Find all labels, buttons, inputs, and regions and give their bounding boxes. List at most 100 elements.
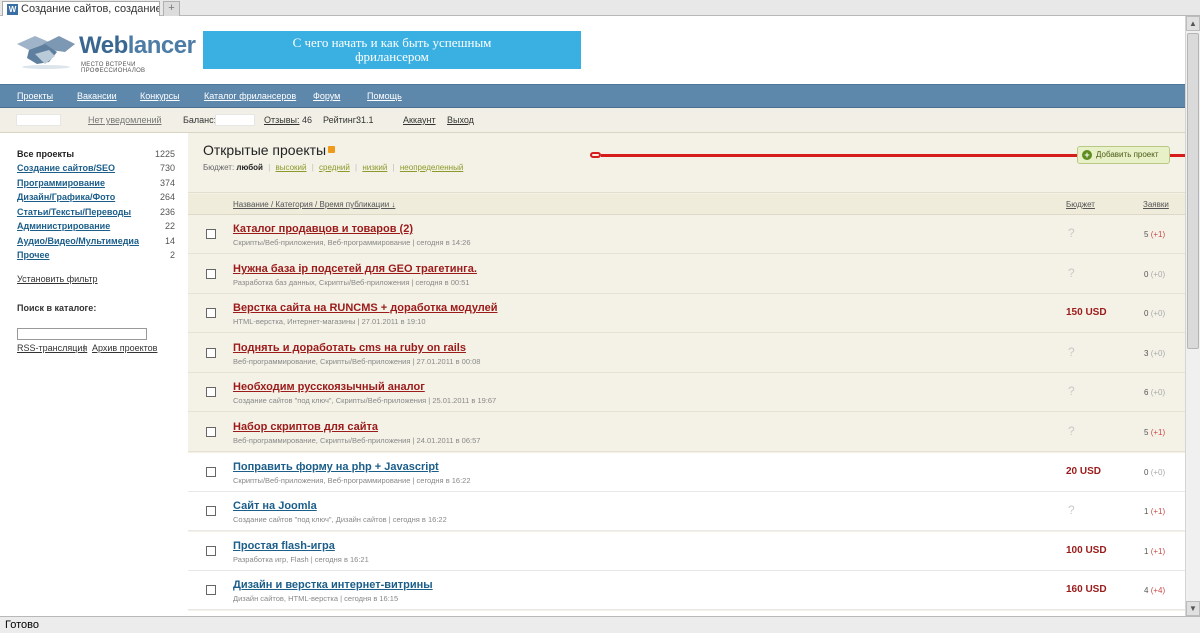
category-row[interactable]: Прочее 2 xyxy=(17,250,175,264)
project-title-link[interactable]: Необходим русскоязычный аналог xyxy=(233,381,425,393)
column-header-name[interactable]: Название / Категория / Время публикации … xyxy=(233,200,395,209)
project-bids[interactable]: 0 (+0) xyxy=(1144,309,1165,318)
project-row[interactable]: Каталог продавцов и товаров (2) Скрипты/В… xyxy=(188,215,1185,254)
project-checkbox[interactable] xyxy=(206,506,216,516)
page-scrollbar[interactable]: ▲ ▼ xyxy=(1185,16,1200,616)
logout-link[interactable]: Выход xyxy=(447,115,474,125)
budget-filter: Бюджет: любой | высокий | средний | низк… xyxy=(203,163,463,172)
project-row[interactable]: Поднять и доработать cms на ruby on rail… xyxy=(188,334,1185,373)
category-row[interactable]: Администрирование 22 xyxy=(17,221,175,235)
project-checkbox[interactable] xyxy=(206,585,216,595)
project-bids[interactable]: 5 (+1) xyxy=(1144,230,1165,239)
rss-icon[interactable] xyxy=(328,146,335,153)
budget-option-undefined[interactable]: неопределенный xyxy=(400,163,463,172)
budget-separator: | xyxy=(392,163,395,172)
project-bids[interactable]: 3 (+0) xyxy=(1144,349,1165,358)
project-bids[interactable]: 1 (+1) xyxy=(1144,507,1165,516)
project-checkbox[interactable] xyxy=(206,467,216,477)
nav-freelancer-catalog[interactable]: Каталог фрилансеров xyxy=(204,91,296,101)
column-header-bids[interactable]: Заявки xyxy=(1143,200,1169,209)
project-title-link[interactable]: Дизайн и верстка интернет-витрины xyxy=(233,579,433,591)
category-name: Аудио/Видео/Мультимедиа xyxy=(17,236,139,246)
reviews-stat: Отзывы: 46 xyxy=(264,115,312,125)
add-project-label: Добавить проект xyxy=(1096,150,1159,159)
project-bids[interactable]: 0 (+0) xyxy=(1144,270,1165,279)
balance-label: Баланс: xyxy=(183,115,217,125)
bids-delta: (+0) xyxy=(1150,309,1166,318)
nav-help[interactable]: Помощь xyxy=(367,91,402,101)
category-row[interactable]: Дизайн/Графика/Фото 264 xyxy=(17,192,175,206)
project-checkbox[interactable] xyxy=(206,229,216,239)
catalog-search-input[interactable] xyxy=(17,328,147,340)
scroll-down-arrow-icon[interactable]: ▼ xyxy=(1186,601,1200,616)
project-title-link[interactable]: Поднять и доработать cms на ruby on rail… xyxy=(233,342,466,354)
account-link[interactable]: Аккаунт xyxy=(403,115,436,125)
project-budget: 100 USD xyxy=(1066,545,1107,556)
budget-option-low[interactable]: низкий xyxy=(362,163,387,172)
notifications-link[interactable]: Нет уведомлений xyxy=(88,115,162,125)
archive-link[interactable]: Архив проектов xyxy=(92,343,157,353)
reviews-link[interactable]: Отзывы: xyxy=(264,115,299,125)
project-title-link[interactable]: Поправить форму на php + Javascript xyxy=(233,461,439,473)
project-row[interactable]: Простая flash-игра Разработка игр, Flash … xyxy=(188,532,1185,571)
nav-projects[interactable]: Проекты xyxy=(17,91,53,101)
project-row[interactable]: Сайт на Joomla Создание сайтов "под ключ"… xyxy=(188,492,1185,531)
category-row[interactable]: Статьи/Тексты/Переводы 236 xyxy=(17,207,175,221)
project-title-link[interactable]: Простая flash-игра xyxy=(233,540,335,552)
budget-option-medium[interactable]: средний xyxy=(319,163,350,172)
budget-unknown: ? xyxy=(1068,424,1075,438)
category-row[interactable]: Все проекты 1225 xyxy=(17,149,175,163)
project-bids[interactable]: 5 (+1) xyxy=(1144,428,1165,437)
project-bids[interactable]: 4 (+4) xyxy=(1144,586,1165,595)
project-meta: Веб-программирование, Скрипты/Веб-прилож… xyxy=(233,357,481,366)
set-filter-link[interactable]: Установить фильтр xyxy=(17,274,98,284)
nav-vacancies[interactable]: Вакансии xyxy=(77,91,117,101)
category-row[interactable]: Создание сайтов/SEO 730 xyxy=(17,163,175,177)
weblancer-logo[interactable]: Weblancer Место встречи профессионалов xyxy=(15,28,196,74)
project-title-link[interactable]: Каталог продавцов и товаров (2) xyxy=(233,223,413,235)
project-title-link[interactable]: Нужна база ip подсетей для GEO трагетинг… xyxy=(233,263,477,275)
bids-delta: (+0) xyxy=(1150,388,1166,397)
browser-tab[interactable]: W Создание сайтов, создание ... xyxy=(2,1,160,16)
category-name: Программирование xyxy=(17,178,105,188)
project-checkbox[interactable] xyxy=(206,427,216,437)
rss-link[interactable]: RSS-трансляция xyxy=(17,343,87,353)
project-checkbox[interactable] xyxy=(206,387,216,397)
budget-option-high[interactable]: высокий xyxy=(276,163,307,172)
projects-header: Открытые проекты Бюджет: любой | высокий… xyxy=(188,133,1185,193)
project-row[interactable]: Дизайн и верстка интернет-витрины Дизайн … xyxy=(188,571,1185,610)
project-row[interactable]: Поправить форму на php + Javascript Скрип… xyxy=(188,453,1185,492)
project-checkbox[interactable] xyxy=(206,269,216,279)
project-row[interactable]: Нужна база ip подсетей для GEO трагетинг… xyxy=(188,255,1185,294)
budget-option-any[interactable]: любой xyxy=(236,163,263,172)
project-checkbox[interactable] xyxy=(206,546,216,556)
balance-value-redacted xyxy=(215,114,255,126)
category-row[interactable]: Программирование 374 xyxy=(17,178,175,192)
project-row[interactable]: Верстка сайта на RUNCMS + доработка моду… xyxy=(188,294,1185,333)
budget-label: Бюджет: xyxy=(203,163,235,172)
category-count: 22 xyxy=(164,221,175,231)
catalog-search-label: Поиск в каталоге: xyxy=(17,303,97,313)
project-row[interactable]: Набор скриптов для сайта Веб-программиров… xyxy=(188,413,1185,452)
scroll-up-arrow-icon[interactable]: ▲ xyxy=(1186,16,1200,31)
project-row[interactable]: Необходим русскоязычный аналог Создание с… xyxy=(188,373,1185,412)
nav-forum[interactable]: Форум xyxy=(313,91,340,101)
project-bids[interactable]: 6 (+0) xyxy=(1144,388,1165,397)
project-bids[interactable]: 0 (+0) xyxy=(1144,468,1165,477)
scrollbar-thumb[interactable] xyxy=(1187,33,1199,349)
budget-unknown: ? xyxy=(1068,503,1075,517)
project-title-link[interactable]: Набор скриптов для сайта xyxy=(233,421,378,433)
nav-contests[interactable]: Конкурсы xyxy=(140,91,180,101)
add-project-button[interactable]: + Добавить проект xyxy=(1077,146,1170,164)
category-row[interactable]: Аудио/Видео/Мультимедиа 14 xyxy=(17,236,175,250)
project-bids[interactable]: 1 (+1) xyxy=(1144,547,1165,556)
column-header-budget[interactable]: Бюджет xyxy=(1066,200,1095,209)
new-tab-button[interactable]: + xyxy=(163,1,180,16)
project-checkbox[interactable] xyxy=(206,348,216,358)
project-title-link[interactable]: Сайт на Joomla xyxy=(233,500,317,512)
project-checkbox[interactable] xyxy=(206,308,216,318)
project-title-link[interactable]: Верстка сайта на RUNCMS + доработка моду… xyxy=(233,302,498,314)
promo-banner[interactable]: С чего начать и как быть успешным фрилан… xyxy=(203,31,581,69)
bids-count: 1 xyxy=(1144,547,1149,556)
category-count: 1225 xyxy=(154,149,175,159)
